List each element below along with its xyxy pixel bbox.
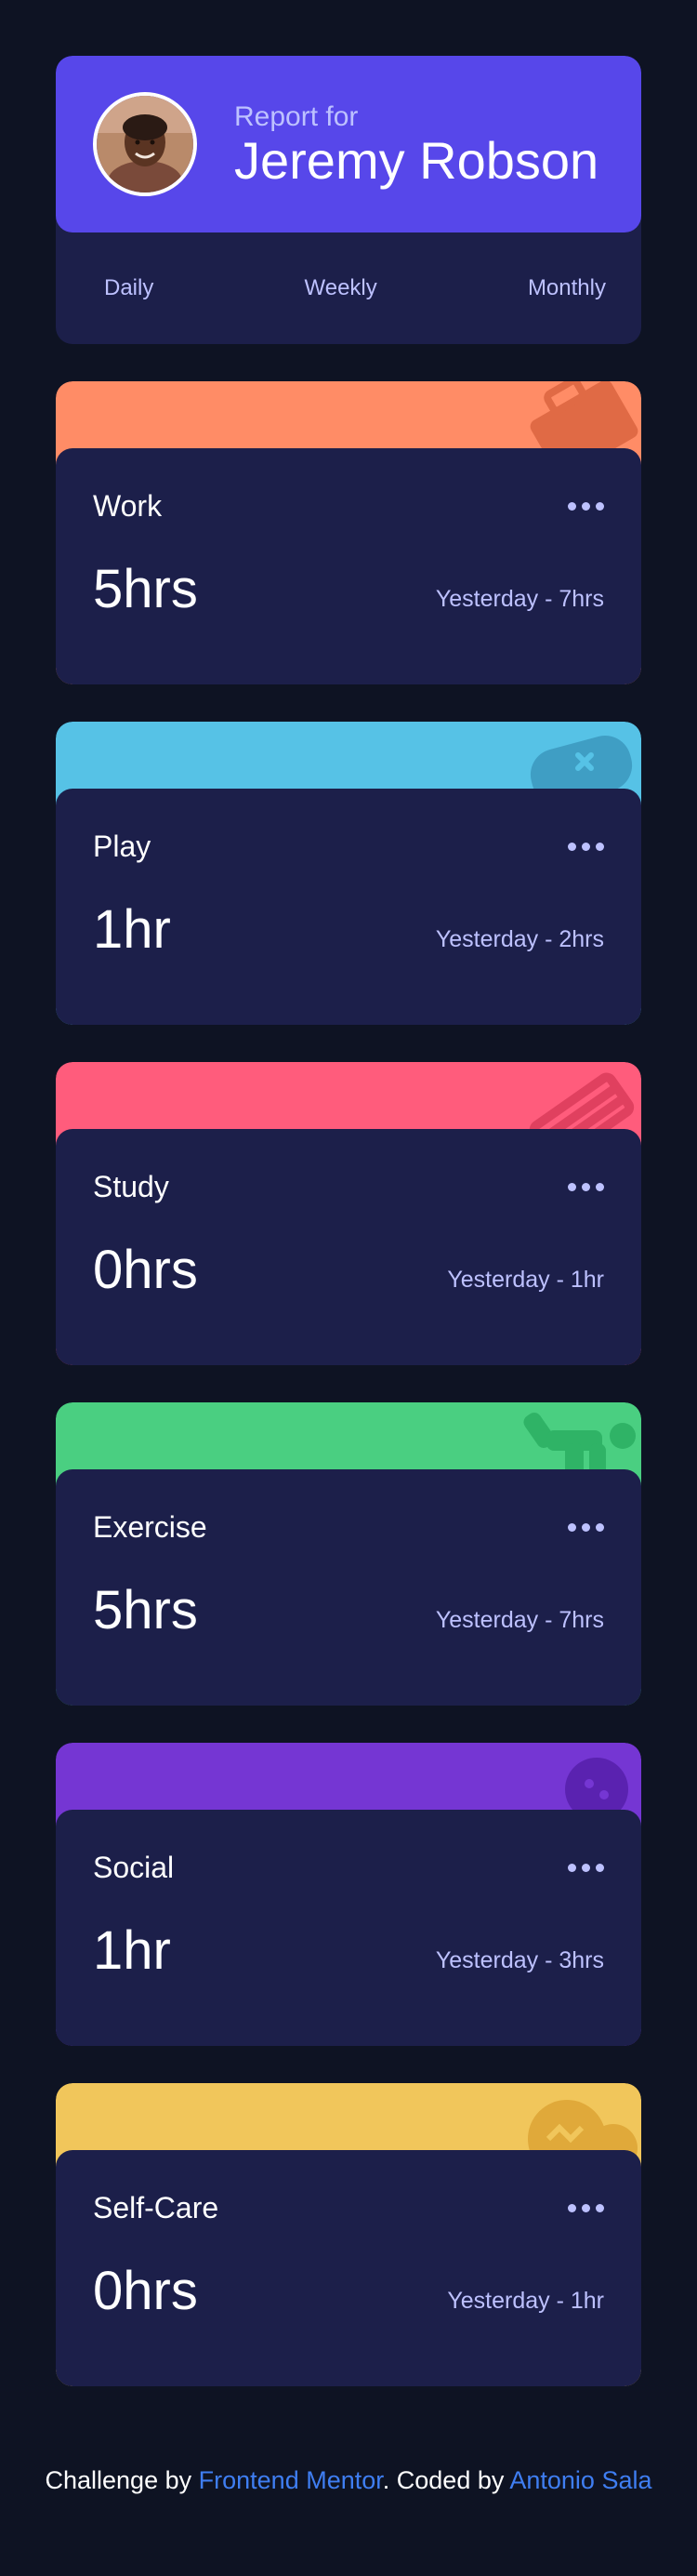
activity-card-work: Work 5hrs Yesterday - 7hrs: [56, 381, 641, 684]
previous-hours: Yesterday - 1hr: [447, 2288, 604, 2314]
current-hours: 1hr: [93, 899, 171, 960]
card-title: Self-Care: [93, 2191, 219, 2224]
current-hours: 0hrs: [93, 1240, 198, 1300]
activity-card-self-care: Self-Care 0hrs Yesterday - 1hr: [56, 2083, 641, 2386]
current-hours: 0hrs: [93, 2261, 198, 2321]
profile-header: Report for Jeremy Robson: [56, 56, 641, 232]
card-title: Social: [93, 1851, 175, 1884]
attribution-prefix: Challenge by: [45, 2466, 192, 2494]
user-name: Jeremy Robson: [234, 131, 599, 190]
previous-hours: Yesterday - 1hr: [447, 1267, 604, 1293]
card-title: Work: [93, 489, 163, 523]
card-body: Work 5hrs Yesterday - 7hrs: [56, 448, 641, 684]
attribution-footer: Challenge by Frontend Mentor. Coded by A…: [37, 2461, 660, 2500]
card-title: Study: [93, 1170, 169, 1203]
frontend-mentor-link[interactable]: Frontend Mentor: [199, 2466, 383, 2494]
tab-weekly[interactable]: Weekly: [305, 275, 377, 301]
ellipsis-icon[interactable]: [568, 837, 604, 856]
previous-hours: Yesterday - 3hrs: [435, 1947, 604, 1973]
profile-card: Report for Jeremy Robson Daily Weekly Mo…: [56, 56, 641, 344]
card-body: Exercise 5hrs Yesterday - 7hrs: [56, 1469, 641, 1706]
previous-hours: Yesterday - 7hrs: [435, 586, 604, 612]
card-body: Play 1hr Yesterday - 2hrs: [56, 789, 641, 1025]
activity-card-social: Social 1hr Yesterday - 3hrs: [56, 1743, 641, 2046]
current-hours: 5hrs: [93, 559, 198, 619]
ellipsis-icon[interactable]: [568, 497, 604, 516]
card-body: Self-Care 0hrs Yesterday - 1hr: [56, 2150, 641, 2386]
ellipsis-icon[interactable]: [568, 1518, 604, 1537]
current-hours: 5hrs: [93, 1580, 198, 1640]
author-link[interactable]: Antonio Sala: [509, 2466, 651, 2494]
card-body: Study 0hrs Yesterday - 1hr: [56, 1129, 641, 1365]
ellipsis-icon[interactable]: [568, 1177, 604, 1197]
ellipsis-icon[interactable]: [568, 2198, 604, 2218]
card-body: Social 1hr Yesterday - 3hrs: [56, 1810, 641, 2046]
attribution-middle: . Coded by: [382, 2466, 505, 2494]
ellipsis-icon[interactable]: [568, 1858, 604, 1878]
period-tabs: Daily Weekly Monthly: [56, 232, 641, 344]
activity-card-study: Study 0hrs Yesterday - 1hr: [56, 1062, 641, 1365]
previous-hours: Yesterday - 2hrs: [435, 926, 604, 952]
activity-card-exercise: Exercise 5hrs Yesterday - 7hrs: [56, 1402, 641, 1706]
card-title: Play: [93, 830, 151, 863]
tab-daily[interactable]: Daily: [104, 275, 153, 301]
current-hours: 1hr: [93, 1920, 171, 1981]
tab-monthly[interactable]: Monthly: [528, 275, 606, 301]
avatar: [93, 92, 197, 196]
card-title: Exercise: [93, 1510, 207, 1544]
activity-card-play: Play 1hr Yesterday - 2hrs: [56, 722, 641, 1025]
report-for-label: Report for: [234, 101, 359, 132]
previous-hours: Yesterday - 7hrs: [435, 1607, 604, 1633]
